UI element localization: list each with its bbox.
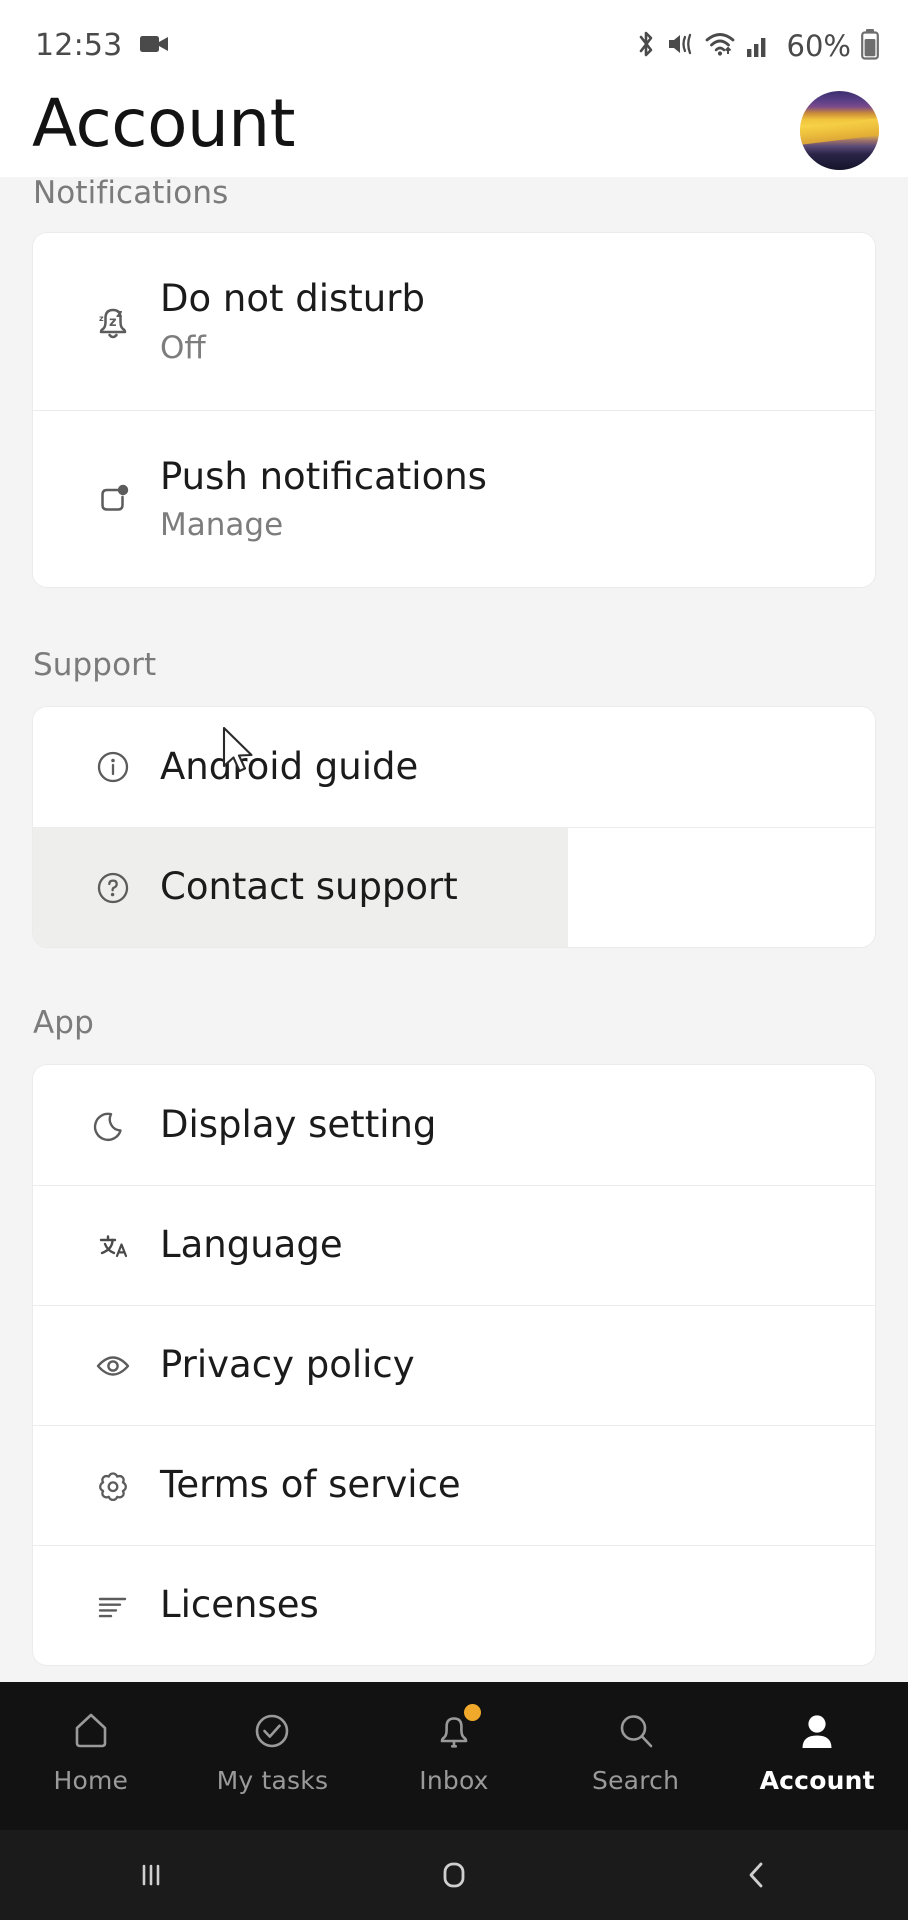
row-title: Terms of service — [160, 1463, 461, 1507]
row-text-group: Push notifications Manage — [160, 454, 487, 544]
row-text-group: Do not disturb Off — [160, 276, 425, 366]
app-bar: Account — [0, 84, 908, 177]
section-header-notifications: Notifications — [33, 177, 229, 211]
row-language[interactable]: Language — [33, 1185, 875, 1305]
recents-button[interactable] — [0, 1853, 303, 1897]
phone-screen: 12:53 60% Account Notifications z z z Do… — [0, 0, 908, 1920]
do-not-disturb-bell-icon: z z z — [87, 296, 143, 348]
nav-label: Account — [759, 1766, 875, 1795]
profile-avatar[interactable] — [800, 91, 879, 170]
row-do-not-disturb[interactable]: z z z Do not disturb Off — [33, 233, 875, 410]
settings-scroll-content[interactable]: Notifications z z z Do not disturb Off P… — [0, 177, 908, 1682]
push-notification-icon — [87, 473, 143, 525]
row-terms-of-service[interactable]: Terms of service — [33, 1425, 875, 1545]
nav-item-account[interactable]: Account — [726, 1682, 908, 1795]
question-circle-icon — [87, 862, 143, 914]
row-text-group: Privacy policy — [160, 1342, 415, 1388]
card-notifications: z z z Do not disturb Off Push notificati… — [33, 233, 875, 587]
bottom-navigation-bar: Home My tasks Inbox Search Account — [0, 1682, 908, 1830]
row-title: Push notifications — [160, 454, 487, 498]
row-subtitle: Off — [160, 329, 206, 366]
row-text-group: Licenses — [160, 1582, 319, 1628]
row-subtitle: Manage — [160, 507, 284, 544]
back-button[interactable] — [605, 1853, 908, 1897]
person-icon — [793, 1702, 841, 1760]
row-text-group: Contact support — [160, 864, 458, 910]
status-bar: 12:53 60% — [0, 0, 908, 84]
nav-item-inbox[interactable]: Inbox — [363, 1682, 545, 1795]
row-text-group: Display setting — [160, 1102, 436, 1148]
card-support: Android guide Contact support — [33, 707, 875, 947]
row-push-notifications[interactable]: Push notifications Manage — [33, 410, 875, 587]
battery-percent-label: 60% — [786, 29, 851, 63]
screen-record-icon — [140, 33, 170, 59]
row-contact-support[interactable]: Contact support — [33, 827, 875, 947]
card-app: Display setting Language Privacy policy … — [33, 1065, 875, 1665]
nav-item-my-tasks[interactable]: My tasks — [182, 1682, 364, 1795]
check-circle-icon — [248, 1702, 296, 1760]
row-title: Language — [160, 1223, 343, 1267]
svg-text:z: z — [99, 314, 104, 323]
eye-icon — [87, 1340, 143, 1392]
row-display-setting[interactable]: Display setting — [33, 1065, 875, 1185]
nav-label: My tasks — [216, 1766, 329, 1795]
row-text-group: Android guide — [160, 744, 418, 790]
row-title: Do not disturb — [160, 277, 425, 321]
bluetooth-icon — [635, 29, 657, 63]
row-title: Licenses — [160, 1583, 319, 1627]
home-button[interactable] — [303, 1853, 606, 1897]
row-title: Android guide — [160, 744, 419, 788]
search-icon — [612, 1702, 660, 1760]
row-android-guide[interactable]: Android guide — [33, 707, 875, 827]
home-icon — [67, 1702, 115, 1760]
row-text-group: Terms of service — [160, 1462, 461, 1508]
section-header-support: Support — [33, 647, 157, 683]
status-bar-icons: 60% — [635, 28, 880, 64]
android-system-nav — [0, 1830, 908, 1920]
nav-label: Search — [592, 1766, 680, 1795]
list-lines-icon — [87, 1580, 143, 1632]
row-title: Contact support — [160, 865, 458, 909]
status-bar-clock: 12:53 — [35, 28, 123, 63]
row-title: Display setting — [160, 1102, 437, 1146]
mute-vibrate-icon — [666, 29, 696, 63]
svg-text:z: z — [116, 307, 122, 320]
info-circle-icon — [87, 741, 143, 793]
cellular-signal-icon — [746, 30, 774, 62]
gear-icon — [87, 1460, 143, 1512]
row-title: Privacy policy — [160, 1343, 415, 1387]
nav-item-search[interactable]: Search — [545, 1682, 727, 1795]
row-text-group: Language — [160, 1222, 343, 1268]
battery-icon — [860, 28, 880, 64]
row-licenses[interactable]: Licenses — [33, 1545, 875, 1665]
row-privacy-policy[interactable]: Privacy policy — [33, 1305, 875, 1425]
nav-label: Home — [53, 1766, 129, 1795]
translate-icon — [87, 1220, 143, 1272]
nav-label: Inbox — [419, 1766, 489, 1795]
section-header-app: App — [33, 1005, 94, 1041]
inbox-badge-dot — [463, 1704, 481, 1721]
nav-item-home[interactable]: Home — [0, 1682, 182, 1795]
moon-icon — [87, 1099, 143, 1151]
page-title: Account — [32, 85, 295, 162]
bell-icon — [430, 1702, 481, 1760]
wifi-icon — [705, 29, 737, 63]
